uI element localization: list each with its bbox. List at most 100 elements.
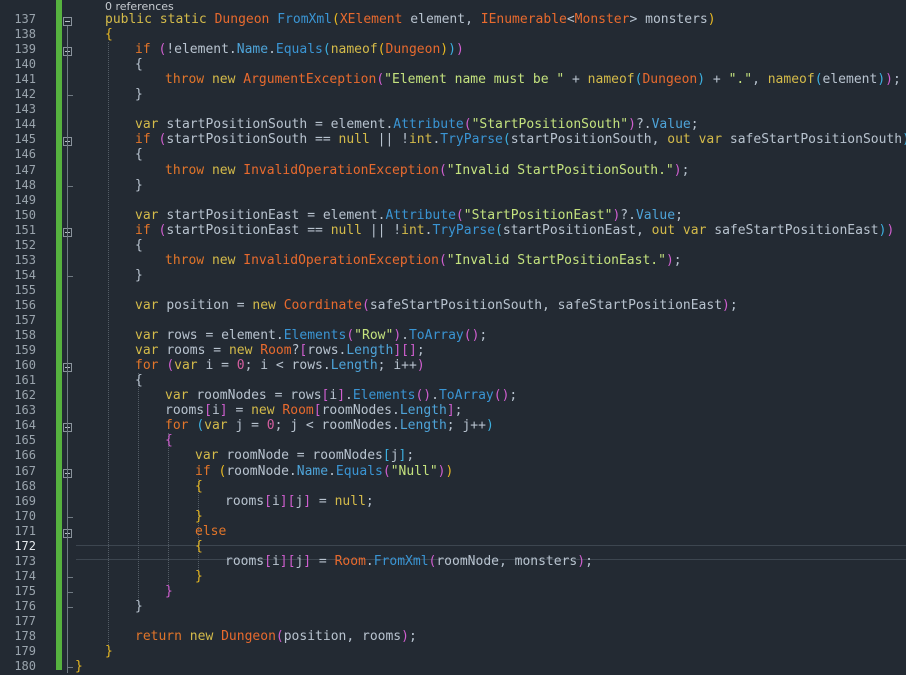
code-line[interactable]: rooms[i][j] = Room.FromXml(roomNode, mon… xyxy=(225,554,593,570)
code-token: } xyxy=(135,599,143,614)
code-line[interactable]: { xyxy=(135,57,143,73)
code-line[interactable]: return new Dungeon(position, rooms); xyxy=(135,629,417,645)
code-token: Dungeon xyxy=(221,629,276,644)
code-token: ( xyxy=(377,42,386,57)
code-line[interactable]: for (var j = 0; j < roomNodes.Length; j+… xyxy=(165,418,494,434)
code-line[interactable]: } xyxy=(195,569,203,585)
code-token: "." xyxy=(728,72,753,87)
fold-region-end xyxy=(67,517,73,518)
code-token: ; xyxy=(729,298,738,313)
indent-guide xyxy=(168,433,170,585)
code-line[interactable]: var rooms = new Room?[rows.Length][]; xyxy=(135,343,425,359)
fold-region-end xyxy=(67,667,73,668)
code-line[interactable]: } xyxy=(135,599,143,615)
code-line[interactable]: } xyxy=(105,644,113,660)
code-token: ( xyxy=(275,629,284,644)
code-token: Room xyxy=(334,554,366,569)
code-token: . xyxy=(328,464,336,479)
code-token: ; xyxy=(416,343,425,358)
code-token: } xyxy=(135,178,143,193)
code-line[interactable]: if (roomNode.Name.Equals("Null")) xyxy=(195,464,453,480)
code-token: "StartPositionEast" xyxy=(463,208,613,223)
code-line[interactable]: } xyxy=(75,659,83,675)
line-number: 160 xyxy=(14,358,36,372)
code-token: roomNode = roomNodes xyxy=(226,448,383,463)
line-number: 172 xyxy=(14,539,36,553)
code-token: rooms xyxy=(225,554,265,569)
code-token: roomNodes. xyxy=(321,403,400,418)
collapse-toggle-icon[interactable] xyxy=(63,17,72,26)
code-token: out var xyxy=(667,132,730,147)
code-line[interactable]: { xyxy=(135,147,143,163)
line-number: 171 xyxy=(14,524,36,538)
code-token: = xyxy=(227,403,252,418)
code-token: ; xyxy=(681,163,690,178)
code-line[interactable]: { xyxy=(105,27,113,43)
code-line[interactable]: throw new InvalidOperationException("Inv… xyxy=(165,163,689,179)
code-token: ! xyxy=(166,42,175,57)
code-token: safeStartPositionEast xyxy=(714,223,879,238)
code-token: [ xyxy=(382,448,391,463)
code-token: nameof xyxy=(587,72,635,87)
code-line[interactable]: public static Dungeon FromXml(XElement e… xyxy=(105,12,716,28)
code-line[interactable]: if (startPositionEast == null || !int.Tr… xyxy=(135,223,894,239)
code-token: ] xyxy=(279,554,288,569)
code-line[interactable]: } xyxy=(135,268,143,284)
code-token: ; xyxy=(585,554,593,569)
code-token: i = xyxy=(205,358,237,373)
code-token: Length xyxy=(399,403,447,418)
code-token: ( xyxy=(322,42,331,57)
code-line[interactable]: var startPositionEast = element.Attribut… xyxy=(135,208,683,224)
code-token: nameof xyxy=(330,42,378,57)
code-line[interactable]: { xyxy=(195,479,203,495)
code-line[interactable]: var rows = element.Elements("Row").ToArr… xyxy=(135,328,487,344)
code-line[interactable]: } xyxy=(195,509,203,525)
code-line[interactable]: for (var i = 0; i < rows.Length; i++) xyxy=(135,358,425,374)
code-token: { xyxy=(195,539,203,554)
line-number: 157 xyxy=(14,313,36,327)
code-token: safeStartPositionSouth xyxy=(729,132,903,147)
code-token: ; xyxy=(408,629,417,644)
code-token: ( xyxy=(814,72,823,87)
code-line[interactable]: if (startPositionSouth == null || !int.T… xyxy=(135,132,906,148)
line-number: 159 xyxy=(14,343,36,357)
fold-region-end xyxy=(67,186,73,187)
code-line[interactable]: var roomNode = roomNodes[j]; xyxy=(195,448,414,464)
code-token: element xyxy=(822,72,878,87)
code-line[interactable]: } xyxy=(135,87,143,103)
line-number: 137 xyxy=(14,12,36,26)
code-token: ( xyxy=(495,223,503,238)
code-token: out var xyxy=(651,223,715,238)
change-tracking-bar xyxy=(56,0,62,670)
code-line[interactable]: throw new InvalidOperationException("Inv… xyxy=(165,253,682,269)
code-line[interactable]: rooms[i][j] = null; xyxy=(225,494,374,510)
code-token: InvalidOperationException xyxy=(243,163,439,178)
code-line[interactable]: rooms[i] = new Room[roomNodes.Length]; xyxy=(165,403,462,419)
code-token: rooms xyxy=(225,494,265,509)
code-line[interactable]: } xyxy=(165,584,173,600)
code-token: new xyxy=(228,343,261,358)
code-line[interactable]: var position = new Coordinate(safeStartP… xyxy=(135,298,738,314)
code-token: var xyxy=(135,298,167,313)
code-token: ToArray xyxy=(438,388,494,403)
code-line[interactable]: if (!element.Name.Equals(nameof(Dungeon)… xyxy=(135,42,464,58)
code-line[interactable]: } xyxy=(135,178,143,194)
code-line[interactable]: { xyxy=(135,373,143,389)
code-token: { xyxy=(195,479,203,494)
code-token: Elements xyxy=(283,328,347,343)
code-token: int xyxy=(408,132,433,147)
code-token: j = xyxy=(235,418,267,433)
code-line[interactable]: { xyxy=(135,238,143,254)
line-number: 166 xyxy=(14,448,36,462)
code-line[interactable]: { xyxy=(165,433,173,449)
code-token: ( xyxy=(332,12,340,27)
code-token: roomNodes = rows xyxy=(196,388,322,403)
code-line[interactable]: var startPositionSouth = element.Attribu… xyxy=(135,117,699,133)
code-line[interactable]: { xyxy=(195,539,203,555)
code-token: ; xyxy=(690,117,699,132)
code-line[interactable]: throw new ArgumentException("Element nam… xyxy=(165,72,901,88)
code-line[interactable]: var roomNodes = rows[i].Elements().ToArr… xyxy=(165,388,517,404)
code-editor[interactable]: 137 138 139 140 141 142 143 144 145 146 147 148 149 1… xyxy=(0,0,906,674)
code-line[interactable]: else xyxy=(195,524,226,540)
code-token: Length xyxy=(346,343,394,358)
